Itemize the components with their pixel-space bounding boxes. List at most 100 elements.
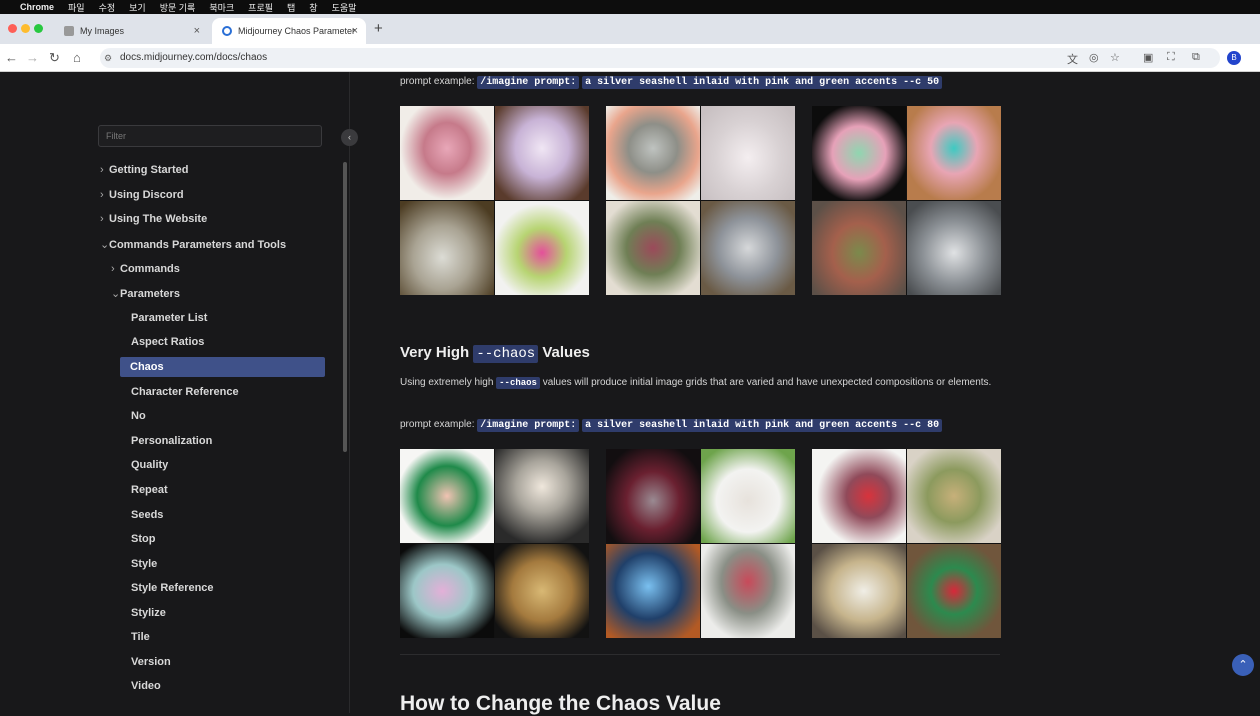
tab-midjourney-chaos[interactable]: Midjourney Chaos Parameter × bbox=[212, 18, 366, 44]
heading-code: --chaos bbox=[473, 345, 539, 363]
scroll-to-top-button[interactable]: ⌃ bbox=[1232, 654, 1254, 676]
grid-image[interactable] bbox=[907, 449, 1001, 543]
sidebar-item-chaos[interactable]: Chaos bbox=[120, 357, 325, 377]
grid-image[interactable] bbox=[606, 201, 700, 295]
grid-image[interactable] bbox=[400, 201, 494, 295]
grid-image[interactable] bbox=[495, 106, 589, 200]
grid-image[interactable] bbox=[400, 449, 494, 543]
grid-image[interactable] bbox=[907, 201, 1001, 295]
menu-item-edit[interactable]: 수정 bbox=[99, 1, 116, 14]
tab-my-images[interactable]: My Images × bbox=[54, 18, 208, 44]
menu-item-help[interactable]: 도움말 bbox=[332, 1, 357, 14]
url-field[interactable]: ⚙ docs.midjourney.com/docs/chaos bbox=[100, 48, 1220, 68]
menu-item-file[interactable]: 파일 bbox=[68, 1, 85, 14]
tab-favicon-icon bbox=[222, 26, 232, 36]
screenshot-icon[interactable]: ⛶ bbox=[1167, 51, 1175, 64]
sidebar-item-style[interactable]: Style bbox=[131, 558, 157, 570]
grid-image[interactable] bbox=[812, 544, 906, 638]
prompt-command: /imagine prompt: bbox=[477, 76, 580, 89]
menu-item-bookmarks[interactable]: 북마크 bbox=[209, 1, 234, 14]
sidebar-item-quality[interactable]: Quality bbox=[131, 459, 168, 471]
menu-item-window[interactable]: 창 bbox=[309, 1, 317, 14]
sidebar-item-aspect-ratios[interactable]: Aspect Ratios bbox=[131, 336, 204, 348]
grid-image[interactable] bbox=[495, 449, 589, 543]
tab-title: My Images bbox=[80, 26, 125, 36]
menu-item-view[interactable]: 보기 bbox=[129, 1, 146, 14]
image-grid-c80-3[interactable] bbox=[812, 449, 1001, 638]
grid-image[interactable] bbox=[495, 544, 589, 638]
grid-image[interactable] bbox=[907, 106, 1001, 200]
sidebar-item-tile[interactable]: Tile bbox=[131, 631, 150, 643]
image-grid-c80-1[interactable] bbox=[400, 449, 589, 638]
sidebar-item-no[interactable]: No bbox=[131, 410, 146, 422]
grid-image[interactable] bbox=[495, 201, 589, 295]
grid-image[interactable] bbox=[812, 449, 906, 543]
grid-image[interactable] bbox=[606, 544, 700, 638]
grid-image[interactable] bbox=[701, 449, 795, 543]
back-arrow-icon[interactable]: ← bbox=[5, 50, 18, 65]
section-paragraph: Using extremely high --chaos values will… bbox=[400, 377, 992, 389]
sidebar-item-using-the-website[interactable]: › Using The Website bbox=[100, 213, 207, 225]
grid-image[interactable] bbox=[400, 544, 494, 638]
sidebar-item-seeds[interactable]: Seeds bbox=[131, 509, 163, 521]
grid-image[interactable] bbox=[701, 201, 795, 295]
tab-close-icon[interactable]: × bbox=[352, 25, 358, 37]
sidebar-item-parameter-list[interactable]: Parameter List bbox=[131, 312, 207, 324]
filter-input[interactable]: Filter bbox=[98, 125, 322, 147]
sidebar-scrollbar[interactable] bbox=[343, 162, 347, 452]
grid-image[interactable] bbox=[606, 449, 700, 543]
image-grid-c50-2[interactable] bbox=[606, 106, 795, 295]
site-settings-icon[interactable]: ⚙ bbox=[104, 48, 112, 68]
extensions-icon[interactable]: ⧉ bbox=[1192, 51, 1200, 64]
chevron-right-icon: › bbox=[111, 263, 115, 275]
camera-icon[interactable]: ▣ bbox=[1143, 51, 1153, 64]
profile-avatar[interactable]: B bbox=[1227, 51, 1241, 65]
menu-item-tab[interactable]: 탭 bbox=[287, 1, 295, 14]
sidebar-item-commands[interactable]: › Commands bbox=[111, 263, 180, 275]
sidebar-item-stop[interactable]: Stop bbox=[131, 533, 155, 545]
prompt-example-c50: prompt example: /imagine prompt: a silve… bbox=[400, 76, 943, 89]
grid-image[interactable] bbox=[701, 106, 795, 200]
sidebar-item-parameters[interactable]: ⌄Parameters bbox=[111, 287, 180, 300]
sidebar-item-personalization[interactable]: Personalization bbox=[131, 435, 212, 447]
sidebar-item-character-reference[interactable]: Character Reference bbox=[131, 386, 239, 398]
sidebar-item-getting-started[interactable]: › Getting Started bbox=[100, 164, 188, 176]
docs-content: prompt example: /imagine prompt: a silve… bbox=[350, 72, 1260, 715]
new-tab-button[interactable]: + bbox=[374, 20, 383, 37]
sidebar-item-stylize[interactable]: Stylize bbox=[131, 607, 166, 619]
zoom-window-button[interactable] bbox=[34, 24, 43, 33]
eye-slash-icon[interactable]: ◎ bbox=[1089, 51, 1099, 64]
grid-image[interactable] bbox=[812, 201, 906, 295]
translate-icon[interactable]: 文 bbox=[1067, 51, 1078, 67]
grid-image[interactable] bbox=[606, 106, 700, 200]
tab-close-icon[interactable]: × bbox=[194, 25, 200, 37]
sidebar-item-video[interactable]: Video bbox=[131, 680, 161, 692]
bookmark-star-icon[interactable]: ☆ bbox=[1110, 51, 1120, 64]
docs-sidebar: Filter › Getting Started › Using Discord ›… bbox=[0, 72, 350, 713]
sidebar-item-style-reference[interactable]: Style Reference bbox=[131, 582, 214, 594]
prompt-text: a silver seashell inlaid with pink and g… bbox=[582, 76, 943, 89]
grid-image[interactable] bbox=[701, 544, 795, 638]
forward-arrow-icon[interactable]: → bbox=[26, 50, 39, 65]
sidebar-item-version[interactable]: Version bbox=[131, 656, 171, 668]
sidebar-item-repeat[interactable]: Repeat bbox=[131, 484, 168, 496]
chevron-right-icon: › bbox=[100, 213, 104, 225]
grid-image[interactable] bbox=[400, 106, 494, 200]
image-grid-c50-1[interactable] bbox=[400, 106, 589, 295]
menu-item-profile[interactable]: 프로필 bbox=[248, 1, 273, 14]
home-icon[interactable]: ⌂ bbox=[73, 50, 81, 65]
close-window-button[interactable] bbox=[8, 24, 17, 33]
reload-icon[interactable]: ↻ bbox=[49, 50, 60, 66]
minimize-window-button[interactable] bbox=[21, 24, 30, 33]
grid-image[interactable] bbox=[907, 544, 1001, 638]
tab-title: Midjourney Chaos Parameter bbox=[238, 26, 356, 36]
url-text: docs.midjourney.com/docs/chaos bbox=[120, 52, 268, 63]
browser-tabstrip: My Images × Midjourney Chaos Parameter ×… bbox=[0, 14, 1260, 44]
menu-item-history[interactable]: 방문 기록 bbox=[160, 1, 196, 14]
sidebar-item-commands-parameters-tools[interactable]: ⌄Commands Parameters and Tools bbox=[100, 238, 286, 251]
grid-image[interactable] bbox=[812, 106, 906, 200]
image-grid-c50-3[interactable] bbox=[812, 106, 1001, 295]
image-grid-c80-2[interactable] bbox=[606, 449, 795, 638]
menu-app-name[interactable]: Chrome bbox=[20, 2, 54, 12]
sidebar-item-using-discord[interactable]: › Using Discord bbox=[100, 189, 184, 201]
